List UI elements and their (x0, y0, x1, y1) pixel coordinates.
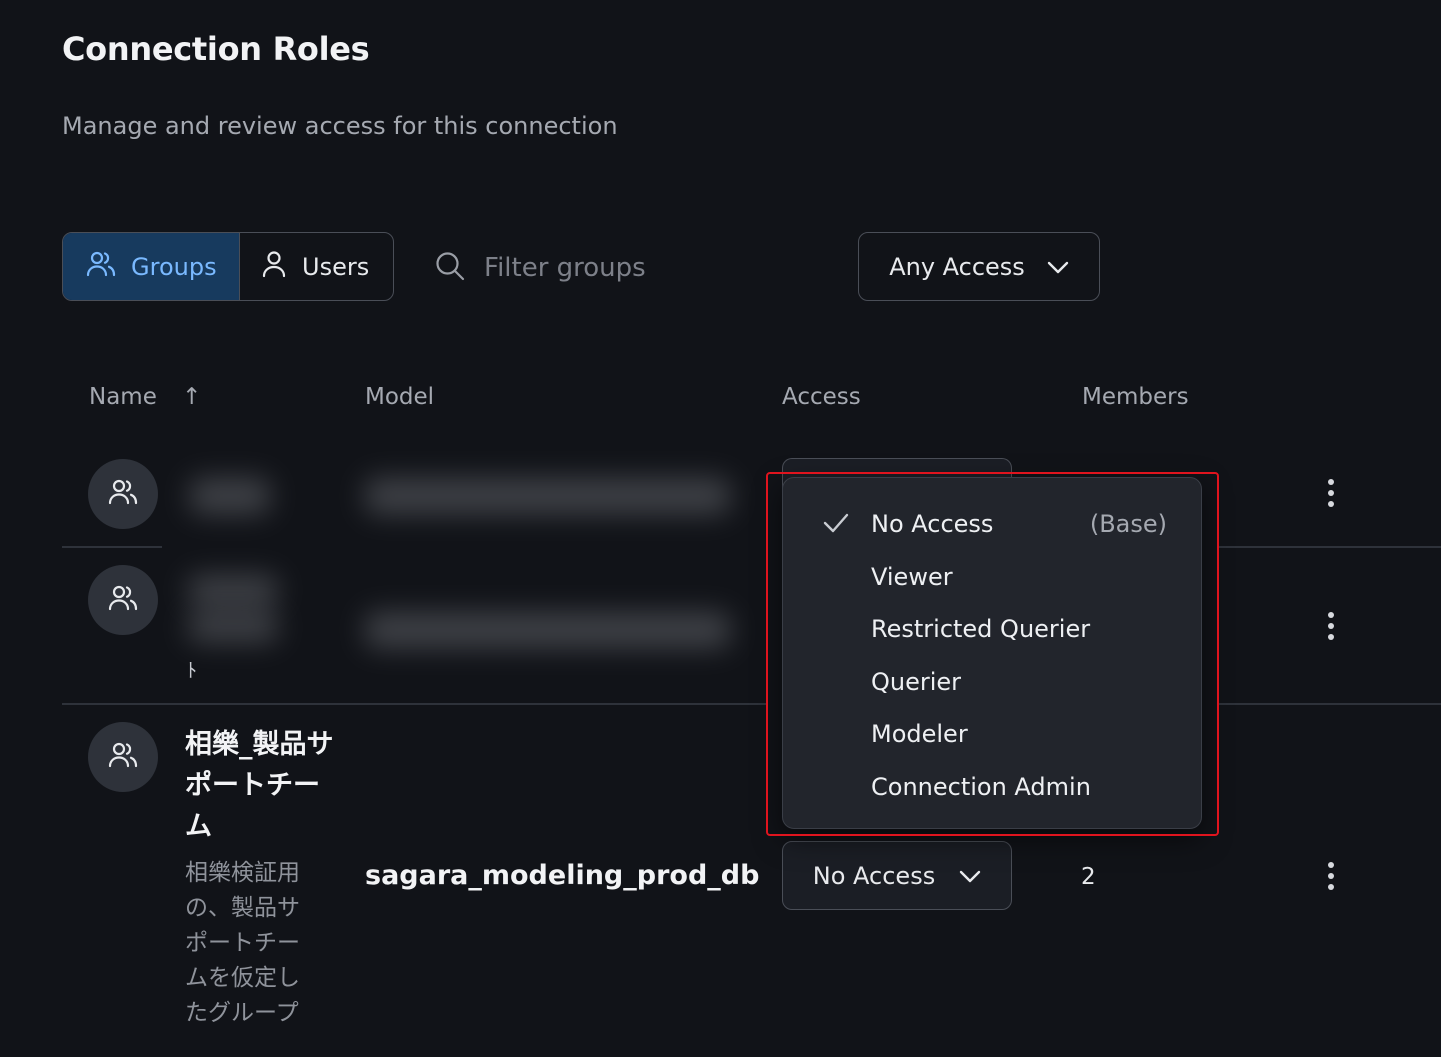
name-fragment: ﾄ (187, 658, 197, 682)
user-icon (260, 248, 288, 286)
group-avatar (88, 459, 158, 529)
group-avatar (88, 722, 158, 792)
menu-item-label: Connection Admin (871, 772, 1091, 801)
column-name-label: Name (89, 384, 157, 410)
chevron-down-icon (959, 862, 981, 890)
chevron-down-icon (1047, 253, 1069, 281)
redacted-group-name (190, 478, 270, 514)
redacted-group-name (188, 575, 278, 605)
menu-item-restricted-querier[interactable]: Restricted Querier (783, 603, 1201, 656)
menu-item-label: Modeler (871, 720, 968, 749)
menu-item-connection-admin[interactable]: Connection Admin (783, 761, 1201, 814)
redacted-group-name (188, 612, 278, 642)
row-divider (1218, 546, 1441, 548)
users-icon (107, 582, 139, 618)
users-icon (85, 248, 117, 286)
search-icon (434, 250, 466, 286)
menu-item-viewer[interactable]: Viewer (783, 551, 1201, 604)
column-header-model[interactable]: Model (365, 384, 434, 410)
model-name: sagara_modeling_prod_db (365, 860, 760, 891)
column-header-name[interactable]: Name ↑ (89, 384, 201, 410)
users-icon (107, 476, 139, 512)
more-options-icon[interactable] (1319, 606, 1343, 646)
menu-item-label: Querier (871, 667, 962, 696)
menu-item-label: Viewer (871, 562, 953, 591)
filter-groups (434, 248, 794, 288)
page-title: Connection Roles (62, 30, 370, 68)
sort-ascending-icon: ↑ (182, 384, 202, 410)
tab-groups[interactable]: Groups (63, 233, 239, 300)
access-dropdown-menu: No Access (Base) Viewer Restricted Queri… (782, 477, 1202, 829)
more-options-icon[interactable] (1319, 473, 1343, 513)
access-filter-label: Any Access (889, 252, 1025, 281)
tab-users[interactable]: Users (239, 233, 393, 300)
row-divider (62, 703, 767, 705)
column-header-access[interactable]: Access (782, 384, 861, 410)
access-filter-dropdown[interactable]: Any Access (858, 232, 1100, 301)
group-description: 相樂検証用の、製品サポートチームを仮定したグループ (185, 860, 300, 1026)
column-header-members[interactable]: Members (1082, 384, 1189, 410)
redacted-model-name (365, 478, 730, 514)
tab-groups-label: Groups (131, 252, 217, 281)
redacted-model-name (365, 612, 730, 648)
filter-groups-input[interactable] (484, 253, 784, 283)
access-select[interactable]: No Access (782, 841, 1012, 910)
members-count: 2 (1081, 864, 1096, 890)
check-icon (823, 512, 849, 540)
menu-item-no-access[interactable]: No Access (Base) (783, 498, 1201, 551)
access-select-value: No Access (812, 861, 936, 890)
users-icon (107, 739, 139, 775)
base-tag: (Base) (1089, 510, 1167, 539)
groups-users-toggle: Groups Users (62, 232, 394, 301)
group-name[interactable]: 相樂_製品サポートチーム (185, 724, 335, 847)
row-divider (1218, 703, 1441, 705)
page-subtitle: Manage and review access for this connec… (62, 112, 618, 140)
tab-users-label: Users (302, 252, 370, 281)
menu-item-modeler[interactable]: Modeler (783, 708, 1201, 761)
group-avatar (88, 565, 158, 635)
menu-item-label: Restricted Querier (871, 615, 1091, 644)
menu-item-label: No Access (871, 510, 994, 539)
more-options-icon[interactable] (1319, 856, 1343, 896)
row-divider (62, 546, 162, 548)
menu-item-querier[interactable]: Querier (783, 656, 1201, 709)
